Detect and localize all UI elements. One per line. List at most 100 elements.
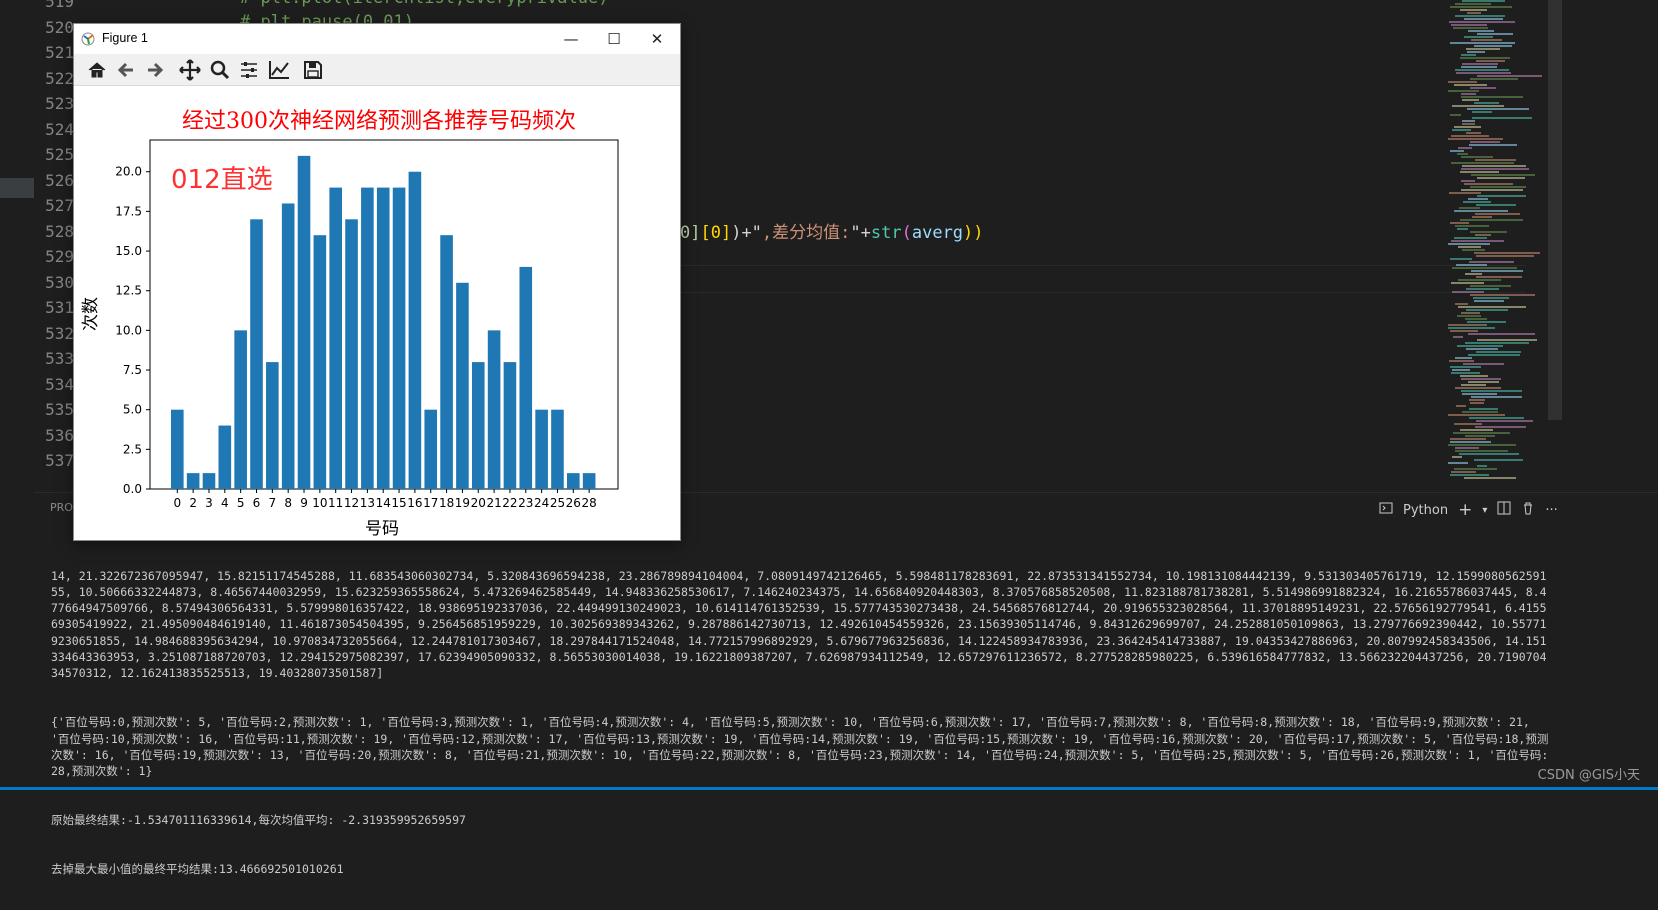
minimap-line [1459,207,1480,209]
code-line[interactable]: 0][0])+",差分均值:"+str(averg)) [680,218,984,243]
minimap-line [1464,477,1516,479]
minimap-line [1450,258,1472,260]
x-tick-label: 23 [518,496,533,510]
line-number: 537 [45,451,74,470]
minimap-line [1449,192,1481,194]
split-icon[interactable] [1497,501,1511,519]
minimap-line [1452,291,1484,293]
minimap-line [1450,441,1491,443]
code-token: [0] [700,223,732,243]
editor-scrollbar[interactable] [1548,0,1562,420]
x-tick-label: 26 [566,496,581,510]
minimap-line [1465,435,1495,437]
minimap-line [1470,87,1496,89]
minimap-line [1475,213,1520,215]
x-tick-label: 16 [407,496,422,510]
close-button[interactable]: ✕ [635,24,679,54]
minimap-line [1474,459,1523,461]
minimap-line [1476,255,1534,257]
line-number: 531 [45,298,74,317]
minimap-line [1468,30,1494,32]
minimap-line [1460,57,1510,59]
minimap-line [1461,96,1523,98]
x-tick-label: 28 [581,496,596,510]
minimap-line [1457,228,1468,230]
x-tick-label: 10 [312,496,327,510]
minimap-line [1454,468,1497,470]
code-token: str [870,223,902,243]
minimize-button[interactable]: — [549,24,593,54]
back-button[interactable] [113,57,139,83]
configure-subplots-button[interactable] [236,57,262,83]
minimap-line [1450,114,1461,116]
figure-titlebar[interactable]: Figure 1 — ☐ ✕ [74,24,680,54]
minimap-line [1476,420,1533,422]
bar [186,473,200,489]
edit-axis-button[interactable] [266,57,292,83]
y-tick-label: 7.5 [123,363,142,377]
terminal-name[interactable]: Python [1403,503,1448,518]
y-tick-label: 12.5 [115,284,142,298]
code-token: "+ [850,223,871,243]
minimap-line [1455,225,1489,227]
terminal-toolbar: Python + ▾ ··· [1379,500,1558,520]
line-number: 523 [45,94,74,113]
minimap-line [1473,297,1509,299]
x-tick-label: 4 [221,496,229,510]
trash-icon[interactable] [1521,501,1535,519]
minimap-line [1458,306,1526,308]
home-button[interactable] [84,57,110,83]
minimap-line [1469,417,1524,419]
minimap-line [1474,300,1504,302]
minimap-line [1477,339,1537,341]
forward-button[interactable] [142,57,168,83]
x-tick-label: 3 [205,496,213,510]
bar [519,266,533,489]
code-line[interactable]: # plt.plot(iterchlist,everyprivalue) [240,0,608,8]
plus-icon[interactable]: + [1458,500,1472,520]
line-number: 528 [45,221,74,241]
x-tick-label: 14 [376,496,391,510]
minimap-line [1469,261,1514,263]
minimap-line [1448,327,1495,329]
minimap-line [1449,360,1474,362]
zoom-button[interactable] [207,57,233,83]
minimap-line [1451,240,1504,242]
save-button[interactable] [300,57,326,83]
x-tick-label: 24 [534,496,549,510]
minimap-line [1461,156,1493,158]
pan-button[interactable] [177,57,203,83]
chevron-down-icon[interactable]: ▾ [1482,505,1487,516]
bar [471,362,485,489]
minimap-line [1461,384,1486,386]
minimap-line [1450,330,1478,332]
y-tick-label: 2.5 [123,442,142,456]
y-axis: 0.0 2.5 5.0 7.5 10.0 12.5 15.0 17.5 20.0 [115,165,150,496]
minimap-line [1470,78,1518,80]
minimap-line [1477,75,1542,77]
minimap-line [1455,387,1501,389]
line-number: 530 [45,272,74,292]
minimap-line [1448,243,1490,245]
x-axis-label: 号码 [365,519,399,539]
minimap-line [1463,363,1504,365]
minimap-line [1471,39,1502,41]
bar [329,187,342,489]
minimap-line [1455,15,1505,17]
maximize-button[interactable]: ☐ [592,24,636,54]
bar [266,362,279,489]
bar-chart[interactable]: 经过300次神经网络预测各推荐号码频次 0.0 2.5 5.0 7.5 10.0 12.5… [74,86,680,540]
x-tick-label: 11 [328,496,343,510]
x-tick-label: 18 [439,496,454,510]
x-tick-label: 13 [360,496,375,510]
minimap-line [1450,42,1515,44]
minimap-line [1456,405,1466,407]
minimap-line [1458,246,1481,248]
minimap-line [1468,198,1488,200]
minimap-line [1477,465,1487,467]
more-icon[interactable]: ··· [1545,503,1557,518]
x-tick-label: 9 [300,496,308,510]
terminal-output[interactable]: 14, 21.322672367095947, 15.8215117454528… [51,535,1551,910]
terminal-icon[interactable] [1379,501,1393,519]
x-tick-label: 8 [284,496,292,510]
